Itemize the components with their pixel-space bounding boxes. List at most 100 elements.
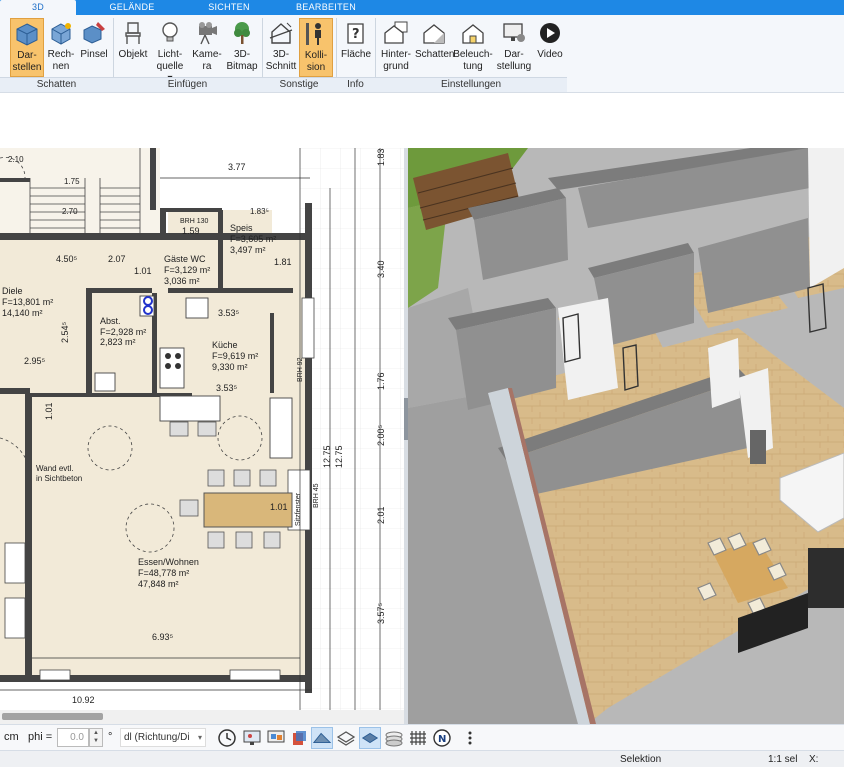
dimension-label: 2.70 xyxy=(62,207,78,216)
dimension-label: 1.59 xyxy=(182,226,200,236)
room-area-abst: F=2,928 m² xyxy=(100,327,146,337)
bulb-icon xyxy=(162,22,178,42)
objekt-button[interactable]: Objekt xyxy=(116,18,150,77)
schatten-button[interactable]: Schatten xyxy=(415,18,454,77)
tab-3d[interactable]: 3D xyxy=(0,0,76,15)
direction-dropdown[interactable]: dl (Richtung/Di ▾ xyxy=(120,728,206,747)
blank-area xyxy=(0,93,844,148)
dimension-label: 6.93⁵ xyxy=(152,632,174,642)
room-area2-essen-wohnen: 47,848 m² xyxy=(138,579,179,589)
floor-plan-canvas[interactable]: Diele F=13,801 m² 14,140 m² Speis F=3,60… xyxy=(0,148,404,710)
floor-plan-view[interactable]: Diele F=13,801 m² 14,140 m² Speis F=3,60… xyxy=(0,148,404,710)
svg-text:?: ? xyxy=(352,27,360,42)
window-label: Sitzfenster xyxy=(295,492,302,526)
chair-icon xyxy=(125,22,141,44)
room-area-gaeste-wc: F=3,129 m² xyxy=(164,265,210,275)
clock-icon[interactable] xyxy=(216,727,238,749)
window-label: BRH 130 xyxy=(180,218,209,225)
room-area-kueche: F=9,619 m² xyxy=(212,351,258,361)
dimension-label: 3.40 xyxy=(376,260,386,278)
paint-bucket-icon[interactable] xyxy=(288,727,310,749)
play-icon xyxy=(540,23,560,43)
lichtquelle-button[interactable]: Licht-quelle ▾ xyxy=(153,18,187,84)
note-sichtbeton: in Sichtbeton xyxy=(36,474,82,483)
dimension-label: 3.53⁵ xyxy=(218,308,240,318)
plan-horizontal-scrollbar[interactable] xyxy=(0,710,404,724)
phi-input[interactable] xyxy=(57,728,89,747)
room-name-diele: Diele xyxy=(2,286,23,296)
rechnen-button[interactable]: Rech-nen xyxy=(45,18,77,77)
grid-icon[interactable] xyxy=(407,727,429,749)
paint-cube-icon xyxy=(83,22,105,44)
dimension-label: 1.75 xyxy=(64,177,80,186)
kollision-button[interactable]: Kolli-sion xyxy=(299,18,333,77)
room-area2-gaeste-wc: 3,036 m² xyxy=(164,276,200,286)
group-label-info: Info xyxy=(336,77,375,92)
tab-sichten[interactable]: SICHTEN xyxy=(194,0,264,15)
3d-view[interactable] xyxy=(408,148,844,724)
room-name-kueche: Küche xyxy=(212,340,238,350)
status-scale: 1:1 sel xyxy=(768,754,798,765)
area-question-icon: ? xyxy=(347,23,364,44)
hintergrund-button[interactable]: Hinter-grund xyxy=(377,18,415,77)
ribbon-tab-bar: 3D GELÄNDE SICHTEN BEARBEITEN xyxy=(0,0,844,15)
camera-icon xyxy=(199,22,217,45)
room-area2-abst: 2,823 m² xyxy=(100,337,136,347)
dimension-label: 2.00⁵ xyxy=(376,424,386,446)
house-light-icon xyxy=(462,24,484,44)
room-area2-kueche: 9,330 m² xyxy=(212,362,248,372)
group-label-einstellungen: Einstellungen xyxy=(375,77,567,92)
cube-render-icon xyxy=(51,23,71,45)
tree-icon xyxy=(234,22,250,44)
3d-render-canvas[interactable] xyxy=(408,148,844,724)
status-mode: Selektion xyxy=(620,754,662,765)
pinsel-button[interactable]: Pinsel xyxy=(78,18,110,77)
scrollbar-thumb[interactable] xyxy=(2,713,103,720)
tab-bearbeiten[interactable]: BEARBEITEN xyxy=(290,0,362,15)
ribbon: Dar-stellen Rech-nen Pinsel Objekt Licht… xyxy=(0,15,844,93)
dimension-label: 12.75 xyxy=(334,445,344,468)
room-area-diele: F=13,801 m² xyxy=(2,297,53,307)
room-area-speis: F=3,605 m² xyxy=(230,234,276,244)
dimension-label: 10.92 xyxy=(72,695,95,705)
status-bar: Selektion 1:1 sel X: xyxy=(0,750,844,767)
dimension-label: 1.83⁵ xyxy=(250,207,269,216)
phi-stepper[interactable]: ▲ ▼ xyxy=(89,728,103,747)
terrain-view-icon[interactable] xyxy=(311,727,333,749)
kamera-button[interactable]: Kame-ra xyxy=(190,18,224,77)
monitor-layers-icon[interactable] xyxy=(265,727,287,749)
solid-view-icon[interactable] xyxy=(359,727,381,749)
3d-schnitt-button[interactable]: 3D- Schnitt xyxy=(264,18,298,77)
room-name-essen-wohnen: Essen/Wohnen xyxy=(138,557,199,567)
dimension-label: 2.95⁵ xyxy=(24,356,46,366)
dimension-label: 3.77 xyxy=(228,162,246,172)
tab-gelaende[interactable]: GELÄNDE xyxy=(96,0,168,15)
dimension-label: 1.76 xyxy=(376,372,386,390)
phi-label: phi = xyxy=(28,731,53,743)
note-wall: Wand evtl. xyxy=(36,464,74,473)
more-options-icon[interactable] xyxy=(459,727,481,749)
unit-label: cm xyxy=(4,731,19,743)
monitor-settings-icon xyxy=(503,23,525,42)
wireframe-icon[interactable] xyxy=(335,727,357,749)
north-compass-icon[interactable]: N xyxy=(431,727,453,749)
video-button[interactable]: Video xyxy=(534,18,566,77)
dimension-label: 3.57⁵ xyxy=(376,602,386,624)
bottom-toolbar: cm phi = ▲▼ ° dl (Richtung/Di ▾ N xyxy=(0,724,844,750)
group-label-einfuegen: Einfügen xyxy=(113,77,262,92)
room-name-abst: Abst. xyxy=(100,316,121,326)
section-house-icon xyxy=(269,22,293,44)
dimension-label: 4.50⁵ xyxy=(56,254,78,264)
darstellen-button[interactable]: Dar-stellen xyxy=(10,18,44,77)
monitor-photo-icon[interactable] xyxy=(241,727,263,749)
person-collision-icon xyxy=(306,23,321,45)
darstellung-button[interactable]: Dar-stellung xyxy=(494,18,534,77)
beleuchtung-button[interactable]: Beleuch-tung xyxy=(453,18,493,77)
group-label-schatten: Schatten xyxy=(0,77,113,92)
3d-bitmap-button[interactable]: 3D- Bitmap xyxy=(225,18,259,77)
dimension-label: 2.10 xyxy=(8,155,24,164)
status-x-coordinate: X: xyxy=(809,754,819,765)
flaeche-button[interactable]: ? Fläche xyxy=(338,18,374,77)
dimension-label: 2.54⁵ xyxy=(60,321,70,343)
layers-stack-icon[interactable] xyxy=(383,727,405,749)
